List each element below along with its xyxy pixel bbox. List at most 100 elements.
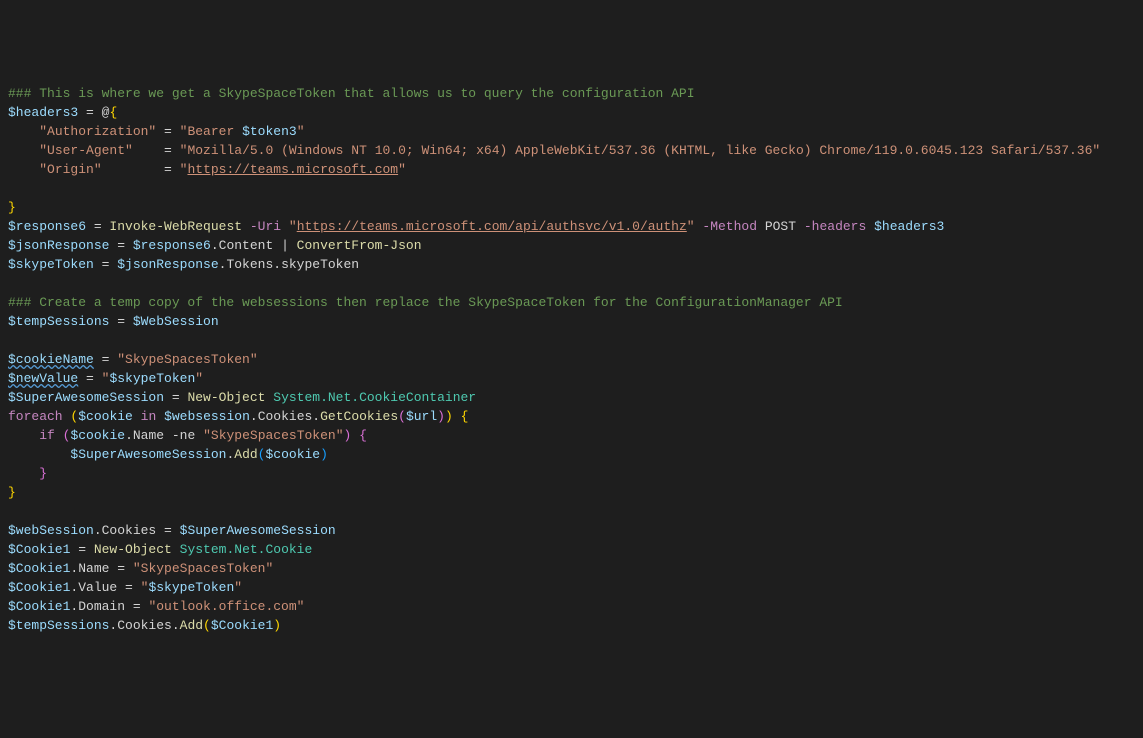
quote: " <box>141 580 149 595</box>
variable: $tempSessions <box>8 618 109 633</box>
space <box>866 219 874 234</box>
space <box>55 428 63 443</box>
hash-key: "User-Agent" <box>39 143 133 158</box>
comment-line: ### This is where we get a SkypeSpaceTok… <box>8 86 695 101</box>
brace-close: } <box>8 200 16 215</box>
variable: $response6 <box>8 219 86 234</box>
brace-open: { <box>461 409 469 424</box>
op: = <box>78 371 101 386</box>
variable: $Cookie1 <box>8 580 70 595</box>
cmdlet: ConvertFrom-Json <box>297 238 422 253</box>
string: "SkypeSpacesToken" <box>133 561 273 576</box>
op: = <box>117 580 140 595</box>
space <box>281 219 289 234</box>
method: Add <box>234 447 257 462</box>
quote: " <box>687 219 695 234</box>
variable: $WebSession <box>133 314 219 329</box>
hash-key: "Authorization" <box>39 124 156 139</box>
parameter: -headers <box>804 219 866 234</box>
string: " <box>297 124 305 139</box>
member: .Cookies. <box>109 618 179 633</box>
brace-close: } <box>39 466 47 481</box>
variable: $newValue <box>8 371 78 386</box>
operator: -ne <box>164 428 203 443</box>
type-name: System.Net.Cookie <box>180 542 313 557</box>
variable: $skypeToken <box>148 580 234 595</box>
op: = <box>94 352 117 367</box>
variable: $url <box>406 409 437 424</box>
keyword: foreach <box>8 409 63 424</box>
variable: $response6 <box>133 238 211 253</box>
cmdlet: New-Object <box>94 542 172 557</box>
op: = <box>156 124 179 139</box>
pipe: | <box>273 238 296 253</box>
argument: POST <box>765 219 796 234</box>
url-string: https://teams.microsoft.com/api/authsvc/… <box>297 219 687 234</box>
op: = <box>94 257 117 272</box>
member: .Name <box>125 428 164 443</box>
quote: " <box>234 580 242 595</box>
paren-open: ( <box>398 409 406 424</box>
brace-open: { <box>359 428 367 443</box>
method: GetCookies <box>320 409 398 424</box>
member: .Cookies <box>94 523 156 538</box>
variable: $skypeToken <box>8 257 94 272</box>
brace-close: } <box>8 485 16 500</box>
quote: " <box>195 371 203 386</box>
member: .Domain <box>70 599 125 614</box>
parameter: -Uri <box>250 219 281 234</box>
type-name: System.Net.CookieContainer <box>273 390 476 405</box>
variable: $tempSessions <box>8 314 109 329</box>
hash-key: "Origin" <box>39 162 101 177</box>
op: = <box>102 162 180 177</box>
variable: $jsonResponse <box>8 238 109 253</box>
variable: $token3 <box>242 124 297 139</box>
op: = <box>109 561 132 576</box>
paren-close: ) <box>320 447 328 462</box>
op: = <box>109 238 132 253</box>
member: .Cookies. <box>250 409 320 424</box>
variable: $cookieName <box>8 352 94 367</box>
cmdlet: New-Object <box>187 390 265 405</box>
space <box>172 542 180 557</box>
cmdlet: Invoke-WebRequest <box>109 219 242 234</box>
paren-close: ) <box>445 409 453 424</box>
variable: $headers3 <box>874 219 944 234</box>
keyword: if <box>39 428 55 443</box>
paren-close: ) <box>273 618 281 633</box>
code-editor[interactable]: ### This is where we get a SkypeSpaceTok… <box>8 84 1135 635</box>
space <box>796 219 804 234</box>
variable: $jsonResponse <box>117 257 218 272</box>
variable: $cookie <box>70 428 125 443</box>
quote: " <box>289 219 297 234</box>
space <box>757 219 765 234</box>
string: "Bearer <box>180 124 242 139</box>
brace-open: { <box>109 105 117 120</box>
space <box>351 428 359 443</box>
space <box>453 409 461 424</box>
member: .Tokens.skypeToken <box>219 257 359 272</box>
op: = <box>125 599 148 614</box>
variable: $websession <box>164 409 250 424</box>
variable: $Cookie1 <box>8 542 70 557</box>
variable: $SuperAwesomeSession <box>70 447 226 462</box>
space <box>242 219 250 234</box>
op: = <box>86 219 109 234</box>
variable: $Cookie1 <box>8 599 70 614</box>
quote: " <box>398 162 406 177</box>
op: = <box>156 523 179 538</box>
variable: $Cookie1 <box>8 561 70 576</box>
comment-line: ### Create a temp copy of the websession… <box>8 295 843 310</box>
variable: $skypeToken <box>109 371 195 386</box>
parameter: -Method <box>702 219 757 234</box>
paren-close: ) <box>437 409 445 424</box>
string: "outlook.office.com" <box>148 599 304 614</box>
string: "SkypeSpacesToken" <box>203 428 343 443</box>
keyword: in <box>133 409 164 424</box>
op: = <box>70 542 93 557</box>
string: "SkypeSpacesToken" <box>117 352 257 367</box>
variable: $SuperAwesomeSession <box>8 390 164 405</box>
variable: $webSession <box>8 523 94 538</box>
variable: $SuperAwesomeSession <box>180 523 336 538</box>
url-string: https://teams.microsoft.com <box>187 162 398 177</box>
